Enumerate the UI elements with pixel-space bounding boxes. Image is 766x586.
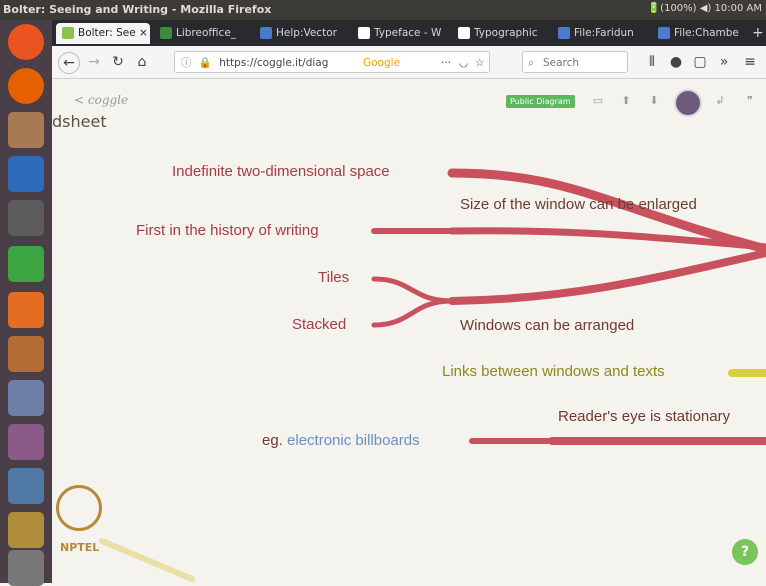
writer-icon[interactable]	[8, 156, 44, 192]
coggle-home-link[interactable]: < coggle	[74, 93, 128, 107]
window-title: Bolter: Seeing and Writing - Mozilla Fir…	[3, 3, 272, 16]
tab-file-chambe[interactable]: File:Chambe	[652, 23, 748, 44]
tab-help-vector[interactable]: Help:Vector	[254, 23, 348, 44]
branch-stacked	[371, 298, 455, 328]
trash-icon[interactable]	[8, 550, 44, 586]
tab-label: Typeface - W	[374, 27, 442, 39]
search-icon: ⌕	[528, 57, 534, 69]
tab-label: File:Faridun	[574, 27, 634, 39]
nav-bar: ← → ↻ ⌂ ⓘ 🔒 https://coggle.it/diag Googl…	[52, 46, 766, 79]
reload-icon[interactable]: ↻	[108, 52, 128, 72]
tab-bar: Bolter: See × Libreoffice_ Help:Vector T…	[52, 20, 766, 46]
back-icon[interactable]: ←	[58, 52, 80, 74]
history-icon[interactable]: ↲	[712, 93, 728, 109]
nptel-label: NPTEL	[60, 541, 100, 554]
node-links-windows-texts[interactable]: Links between windows and texts	[442, 363, 665, 380]
tab-label: Bolter: See ×	[78, 27, 148, 39]
node-windows-arranged[interactable]: Windows can be arranged	[460, 317, 634, 334]
pocket-icon[interactable]: ◡	[459, 52, 468, 74]
favicon-icon	[160, 27, 172, 39]
tab-bolter[interactable]: Bolter: See ×	[56, 23, 150, 44]
search-placeholder: Search	[543, 57, 580, 69]
branch-tiles	[371, 276, 455, 304]
download-icon[interactable]: ⬇	[646, 93, 662, 109]
wikipedia-icon	[458, 27, 470, 39]
archive-icon[interactable]	[8, 336, 44, 372]
page-title: dsheet	[52, 112, 107, 131]
url-bar[interactable]: ⓘ 🔒 https://coggle.it/diag Google ··· ◡ …	[174, 51, 490, 73]
coggle-canvas[interactable]: < coggle dsheet Public Diagram ▭ ⬆ ⬇ ↲ ❞…	[52, 79, 766, 583]
tab-label: File:Chambe	[674, 27, 739, 39]
tab-label: Typographic	[474, 27, 538, 39]
present-icon[interactable]: ▭	[590, 93, 606, 109]
electronic-billboards-link[interactable]: electronic billboards	[287, 432, 420, 449]
search-engine-label: Google	[363, 57, 401, 69]
wikipedia-icon	[358, 27, 370, 39]
app-icon[interactable]	[8, 468, 44, 504]
files-icon[interactable]	[8, 112, 44, 148]
favicon-icon	[260, 27, 272, 39]
favicon-icon	[62, 27, 74, 39]
tab-typographic[interactable]: Typographic	[452, 23, 548, 44]
tab-typeface[interactable]: Typeface - W	[352, 23, 448, 44]
public-diagram-badge[interactable]: Public Diagram	[506, 95, 575, 108]
menu-icon[interactable]: ≡	[740, 52, 760, 72]
app-icon[interactable]	[8, 512, 44, 548]
node-first-in-history[interactable]: First in the history of writing	[136, 222, 319, 239]
watermark-stroke	[99, 538, 195, 582]
node-stacked[interactable]: Stacked	[292, 316, 346, 333]
overflow-icon[interactable]: »	[714, 52, 734, 72]
favicon-icon	[658, 27, 670, 39]
comments-icon[interactable]: ❞	[742, 93, 758, 109]
new-tab-button[interactable]: +	[750, 23, 766, 44]
top-panel: Bolter: Seeing and Writing - Mozilla Fir…	[0, 0, 766, 20]
page-actions-icon[interactable]: ···	[441, 52, 451, 74]
home-icon[interactable]: ⌂	[132, 52, 152, 72]
forward-icon[interactable]: →	[84, 52, 104, 72]
app-icon[interactable]	[8, 380, 44, 416]
favicon-icon	[558, 27, 570, 39]
dash-icon[interactable]	[8, 24, 44, 60]
avatar[interactable]	[674, 89, 702, 117]
software-center-icon[interactable]	[8, 292, 44, 328]
url-text: https://coggle.it/diag	[219, 57, 329, 69]
tab-label: Help:Vector	[276, 27, 337, 39]
launcher	[0, 20, 52, 586]
share-icon[interactable]: ⬆	[618, 93, 634, 109]
search-field[interactable]: ⌕ Search	[522, 51, 628, 73]
tab-label: Libreoffice_	[176, 27, 237, 39]
tab-file-faridun[interactable]: File:Faridun	[552, 23, 648, 44]
node-tiles[interactable]: Tiles	[318, 269, 349, 286]
library-icon[interactable]: ⫴	[642, 52, 662, 72]
branch-arranged	[448, 249, 766, 305]
app-icon[interactable]	[8, 424, 44, 460]
node-indefinite-space[interactable]: Indefinite two-dimensional space	[172, 163, 390, 180]
eg-prefix: eg.	[262, 432, 283, 449]
firefox-icon[interactable]	[8, 68, 44, 104]
node-eg-billboards[interactable]: eg. electronic billboards	[262, 432, 420, 449]
sidebar-icon[interactable]: ▢	[690, 52, 710, 72]
node-window-enlarged[interactable]: Size of the window can be enlarged	[460, 196, 697, 213]
bookmark-star-icon[interactable]: ☆	[475, 52, 484, 74]
extension-icon[interactable]: ●	[666, 52, 686, 72]
help-button[interactable]: ?	[732, 539, 758, 565]
lock-icon: 🔒	[198, 57, 212, 69]
nptel-logo	[56, 485, 102, 531]
panel-status[interactable]: 🔋(100%) ◀) 10:00 AM	[648, 3, 762, 14]
info-icon[interactable]: ⓘ	[181, 57, 192, 69]
node-reader-eye[interactable]: Reader's eye is stationary	[558, 408, 730, 425]
tab-libreoffice[interactable]: Libreoffice_	[154, 23, 250, 44]
libreoffice-icon[interactable]	[8, 200, 44, 236]
calc-icon[interactable]	[8, 246, 44, 282]
mindmap-branches	[99, 168, 766, 582]
